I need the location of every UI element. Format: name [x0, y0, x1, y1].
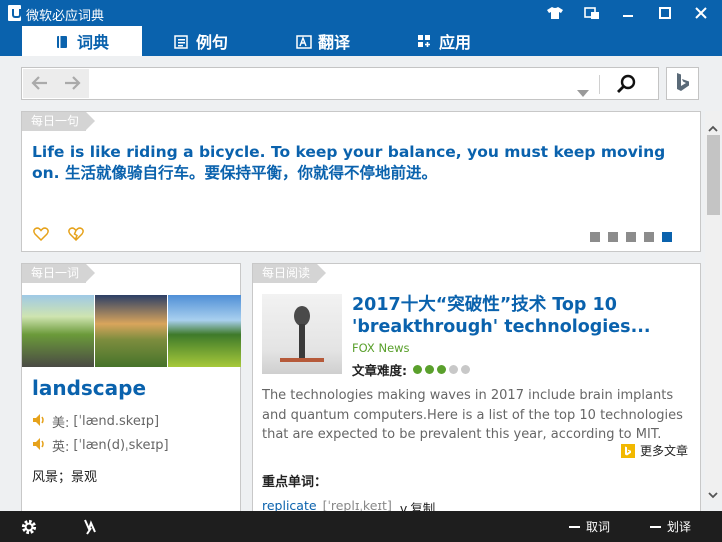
star-empty-icon	[461, 365, 470, 374]
skin-shirt-icon[interactable]	[538, 0, 572, 26]
search-box	[21, 67, 659, 100]
maximize-icon[interactable]	[648, 0, 682, 26]
landscape-photo-road	[22, 295, 94, 367]
tab-examples[interactable]: 例句	[174, 26, 228, 56]
settings-gear-icon[interactable]	[20, 511, 38, 542]
daily-reading-header: 每日阅读	[253, 264, 326, 283]
minimize-icon[interactable]	[611, 0, 645, 26]
us-label: 美:	[52, 416, 70, 431]
daily-sentence-text[interactable]: Life is like riding a bicycle. To keep y…	[32, 142, 692, 184]
title-bar: 微软必应词典	[0, 0, 722, 26]
translate-selection-toggle[interactable]: 划译	[650, 511, 691, 542]
carousel-dot[interactable]	[590, 232, 600, 242]
tab-apps[interactable]: 应用	[417, 26, 471, 56]
fetch-word-toggle[interactable]: 取词	[569, 511, 610, 542]
pin-tool-icon[interactable]	[82, 511, 98, 542]
search-input[interactable]	[90, 69, 574, 100]
article-thumbnail[interactable]	[262, 294, 342, 374]
tab-dictionary[interactable]: 词典	[22, 26, 142, 56]
daily-word-meaning: 风景；景观	[32, 470, 98, 485]
tab-label: 应用	[439, 33, 472, 52]
more-articles-label: 更多文章	[640, 444, 689, 458]
search-divider	[599, 75, 600, 94]
article-summary: The technologies making waves in 2017 in…	[262, 388, 683, 442]
landscape-photo-sunset	[95, 295, 167, 367]
speaker-us-icon[interactable]	[32, 413, 46, 431]
article-title[interactable]: 2017十大“突破性”技术 Top 10 'breakthrough' tech…	[352, 294, 652, 338]
fetch-word-label: 取词	[586, 520, 611, 534]
bottom-toolbar: 取词 划译	[0, 511, 722, 542]
uk-pronunciation: 英: [ˈlæn(d)ˌskeɪp]	[32, 436, 169, 455]
history-dropdown-icon[interactable]	[577, 82, 589, 101]
search-icon[interactable]	[616, 74, 636, 98]
scroll-down-icon[interactable]	[708, 484, 718, 503]
carousel-dot-active[interactable]	[662, 232, 672, 242]
uk-phonetic: [ˈlæn(d)ˌskeɪp]	[73, 438, 169, 453]
bing-logo-icon	[675, 72, 691, 96]
tab-label: 例句	[196, 33, 229, 52]
app-title: 微软必应词典	[26, 9, 105, 24]
daily-sentence-panel: 每日一句 Life is like riding a bicycle. To k…	[21, 111, 701, 252]
star-filled-icon	[425, 365, 434, 374]
us-pronunciation: 美: [ˈlænd.skeɪp]	[32, 412, 159, 431]
bing-small-icon	[621, 443, 635, 458]
star-empty-icon	[449, 365, 458, 374]
star-filled-icon	[437, 365, 446, 374]
daily-word-header: 每日一词	[22, 264, 95, 283]
carousel-dot[interactable]	[644, 232, 654, 242]
list-icon	[174, 34, 188, 49]
tab-label: 翻译	[318, 33, 351, 52]
close-icon[interactable]	[684, 0, 718, 26]
uk-label: 英:	[52, 440, 70, 455]
translate-selection-label: 划译	[667, 520, 692, 534]
daily-reading-panel: 每日阅读 2017十大“突破性”技术 Top 10 'breakthrough'…	[252, 263, 701, 516]
difficulty-stars	[410, 365, 470, 374]
main-tab-bar: 词典 例句 翻译 应用	[0, 26, 722, 56]
article-source: FOX News	[352, 341, 410, 355]
more-articles-link[interactable]: 更多文章	[621, 442, 688, 459]
star-filled-icon	[413, 365, 422, 374]
carousel-dot[interactable]	[626, 232, 636, 242]
main-scrollbar[interactable]	[705, 111, 720, 500]
forward-arrow-icon[interactable]	[63, 75, 81, 95]
carousel-dot[interactable]	[608, 232, 618, 242]
tab-label: 词典	[76, 33, 109, 52]
key-words-label: 重点单词：	[262, 475, 328, 490]
app-logo-icon	[8, 5, 21, 21]
tab-translate[interactable]: 翻译	[296, 26, 350, 56]
like-heart-icon[interactable]	[33, 226, 49, 245]
scroll-thumb[interactable]	[707, 135, 720, 215]
daily-word-title[interactable]: landscape	[32, 376, 146, 400]
scroll-up-icon[interactable]	[708, 117, 718, 136]
us-phonetic: [ˈlænd.skeɪp]	[73, 414, 160, 429]
speaker-uk-icon[interactable]	[32, 437, 46, 455]
mini-mode-icon[interactable]	[575, 0, 609, 26]
apps-icon	[417, 34, 431, 48]
history-nav	[23, 69, 89, 98]
daily-sentence-header: 每日一句	[22, 112, 95, 131]
translate-icon	[296, 34, 312, 49]
difficulty-label: 文章难度:	[352, 363, 407, 378]
bing-search-button[interactable]	[666, 67, 699, 100]
daily-word-panel: 每日一词 landscape 美: [ˈlænd.skeɪp] 英: [ˈlæn…	[21, 263, 241, 511]
book-icon	[55, 34, 69, 48]
article-difficulty: 文章难度:	[352, 360, 470, 379]
broken-heart-icon[interactable]	[68, 226, 84, 245]
back-arrow-icon[interactable]	[31, 75, 49, 95]
landscape-photo-field	[168, 295, 241, 367]
